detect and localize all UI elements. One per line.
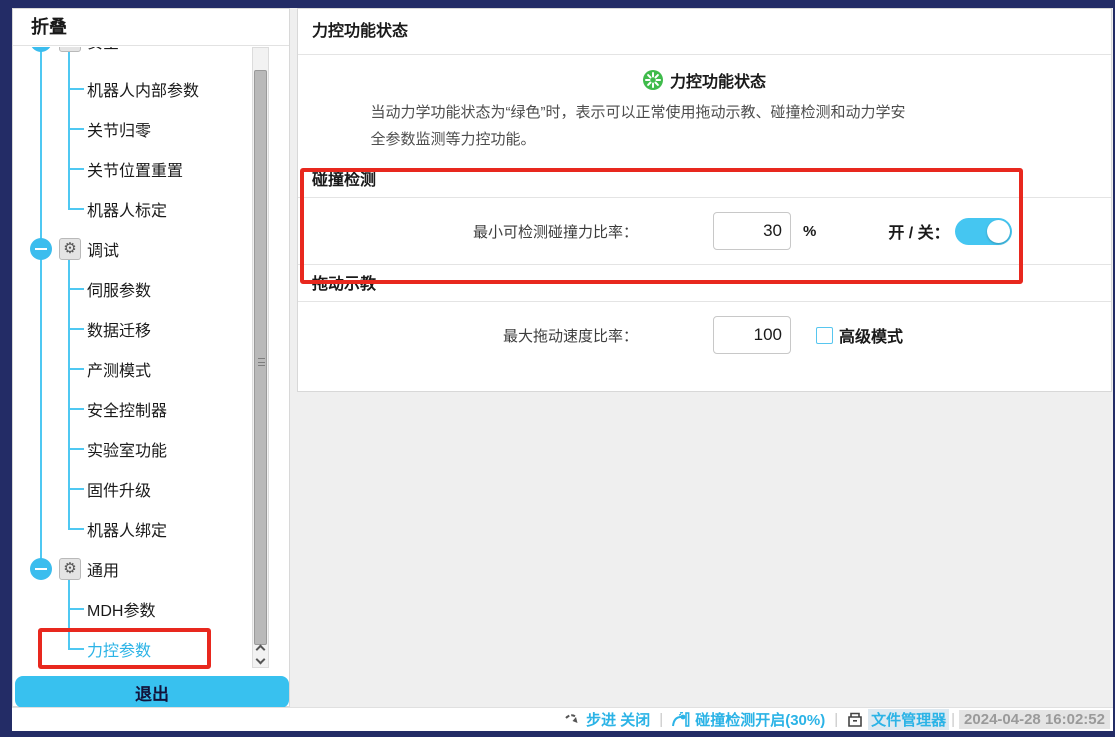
tree-item-lab-functions[interactable]: 实验室功能 (87, 437, 167, 461)
status-bar: 步进 关闭 | 碰撞检测开启(30%) | 文件管理器 (12, 707, 1113, 731)
file-manager-icon (847, 712, 863, 728)
chevron-up-icon (256, 645, 266, 655)
tree-trunk-line (40, 47, 42, 569)
gear-icon: ⚙ (59, 238, 81, 260)
step-status[interactable]: 步进 关闭 (564, 709, 650, 730)
description-line: 全参数监测等力控功能。 (371, 126, 1039, 153)
tree-tick (68, 488, 84, 490)
tree-item-firmware-upgrade[interactable]: 固件升级 (87, 477, 151, 501)
advanced-mode-label: 高级模式 (839, 323, 903, 347)
file-manager[interactable]: 文件管理器 (847, 709, 949, 730)
description-line: 当动力学功能状态为“绿色”时，表示可以正常使用拖动示教、碰撞检测和动力学安 (371, 99, 1039, 126)
gear-icon: ⚙ (59, 47, 81, 52)
tree-tick (68, 328, 84, 330)
separator: | (951, 711, 955, 728)
force-status-label: 力控功能状态 (670, 68, 766, 92)
sidebar-collapse-header[interactable]: 折叠 (13, 9, 289, 46)
force-control-panel: 力控功能状态 力控功能状态 当动力学功能状态为“绿色”时，表示可以正常使用拖动示… (297, 8, 1112, 392)
tree-tick (68, 208, 84, 210)
clock-timestamp: 2024-04-28 16:02:52 (959, 710, 1110, 729)
collision-detect-icon (672, 712, 690, 728)
tree-item-servo-params[interactable]: 伺服参数 (87, 277, 151, 301)
collapse-minus-icon[interactable] (30, 238, 52, 260)
tree-item-safety-controller[interactable]: 安全控制器 (87, 397, 167, 421)
tree-item-joint-zeroing[interactable]: 关节归零 (87, 117, 151, 141)
min-collision-force-label: 最小可检测碰撞力比率： (298, 221, 638, 242)
force-status-description: 当动力学功能状态为“绿色”时，表示可以正常使用拖动示教、碰撞检测和动力学安 全参… (371, 99, 1039, 153)
tree-parent-general[interactable]: ⚙ 通用 (30, 557, 119, 581)
toggle-knob (987, 220, 1010, 243)
tree-tick (68, 128, 84, 130)
tree-item-robot-internal-params[interactable]: 机器人内部参数 (87, 77, 199, 101)
collision-field-row: 最小可检测碰撞力比率： % 开 / 关： (298, 198, 1111, 264)
collision-detection-toggle[interactable] (955, 218, 1012, 245)
tree-tick (68, 168, 84, 170)
tree-tick (68, 608, 84, 610)
tree-item-mdh-params[interactable]: MDH参数 (87, 597, 155, 621)
scroll-down-button[interactable] (253, 656, 268, 668)
tree-tick (68, 368, 84, 370)
tree-item-force-control-params[interactable]: 力控参数 (87, 637, 151, 661)
tree-item-data-migration[interactable]: 数据迁移 (87, 317, 151, 341)
app-window: 折叠 (0, 0, 1115, 737)
max-drag-speed-input[interactable] (713, 316, 791, 354)
drag-section-title: 拖动示教 (298, 269, 1111, 301)
content-area: 折叠 (12, 8, 1113, 731)
separator: | (659, 711, 663, 728)
step-status-label: 步进 关闭 (586, 709, 650, 730)
tree-tick (68, 408, 84, 410)
gear-icon: ⚙ (59, 558, 81, 580)
collision-status-label: 碰撞检测开启(30%) (695, 709, 825, 730)
divider (298, 264, 1111, 265)
tree-tick (68, 648, 84, 650)
step-arrow-icon (564, 712, 581, 728)
percent-unit-label: % (803, 223, 816, 240)
scrollbar-grip-icon (258, 358, 265, 366)
sidebar: 折叠 (12, 8, 290, 707)
separator: | (834, 711, 838, 728)
tree-parent-safety[interactable]: ⚙ 安全 (30, 47, 119, 53)
collision-section-title: 碰撞检测 (298, 165, 1111, 197)
min-collision-force-input[interactable] (713, 212, 791, 250)
tree-tick (68, 288, 84, 290)
tree-item-production-test-mode[interactable]: 产测模式 (87, 357, 151, 381)
scrollbar-thumb[interactable] (254, 70, 267, 645)
tree-branch-line-group2 (68, 580, 70, 649)
collapse-minus-icon[interactable] (30, 47, 52, 52)
on-off-label: 开 / 关： (888, 219, 949, 243)
tree-parent-label: 通用 (87, 557, 119, 581)
force-status-green-icon (643, 70, 663, 90)
settings-tree: ⚙ 安全 机器人内部参数 关节归零 关节位置重置 机器人标定 ⚙ 调试 (13, 47, 271, 668)
page-title: 力控功能状态 (298, 9, 1111, 55)
chevron-down-icon (256, 655, 266, 665)
collision-status[interactable]: 碰撞检测开启(30%) (672, 709, 825, 730)
scroll-up-button[interactable] (253, 643, 268, 655)
max-drag-speed-label: 最大拖动速度比率： (298, 325, 638, 346)
tree-parent-debug[interactable]: ⚙ 调试 (30, 237, 119, 261)
tree-tick (68, 448, 84, 450)
drag-field-row: 最大拖动速度比率： 高级模式 (298, 302, 1111, 368)
tree-parent-label: 安全 (87, 47, 119, 53)
tree-parent-label: 调试 (87, 237, 119, 261)
tree-scrollbar[interactable] (252, 47, 269, 668)
file-manager-label: 文件管理器 (868, 709, 949, 730)
force-status-row: 力控功能状态 (298, 68, 1111, 92)
collapse-minus-icon[interactable] (30, 558, 52, 580)
tree-tick (68, 528, 84, 530)
exit-button[interactable]: 退出 (15, 676, 289, 708)
tree-item-robot-binding[interactable]: 机器人绑定 (87, 517, 167, 541)
advanced-mode-checkbox[interactable] (816, 327, 833, 344)
tree-tick (68, 88, 84, 90)
tree-item-robot-calibration[interactable]: 机器人标定 (87, 197, 167, 221)
tree-item-joint-position-reset[interactable]: 关节位置重置 (87, 157, 183, 181)
